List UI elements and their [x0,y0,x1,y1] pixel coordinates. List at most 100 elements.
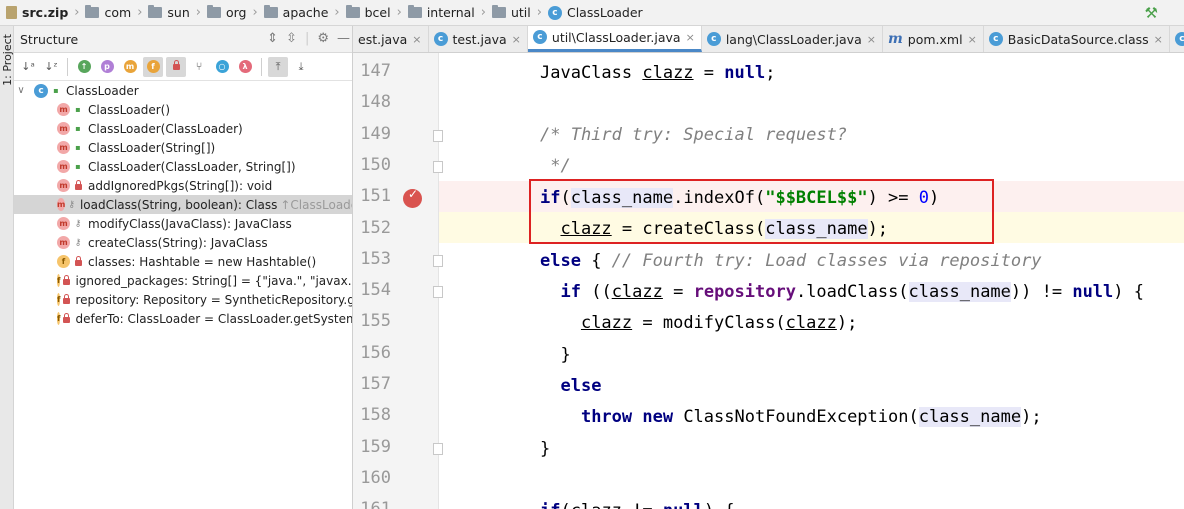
code-line-150: */ [540,156,571,176]
tab-label: pom.xml [907,31,963,47]
line-number: 158 [360,405,391,426]
folder-icon [407,5,422,18]
tab-label: lang\ClassLoader.java [725,31,862,47]
key-icon: ⚷ [74,237,82,248]
editor-tab[interactable]: m pom.xml × [883,26,984,52]
sort-alphabetically-icon[interactable]: ↓ᶻ [41,57,61,77]
close-icon[interactable]: × [968,33,977,46]
tree-method-item[interactable]: m ⚷ modifyClass(JavaClass): JavaClass [14,214,352,233]
line-number: 155 [360,311,391,332]
fold-marker-icon[interactable] [433,254,443,267]
line-number: 156 [360,342,391,363]
chevron-right-icon: › [252,5,258,20]
editor-tab[interactable]: c lang\ClassLoader.java × [702,26,883,52]
zip-icon [6,6,17,19]
crumb-internal[interactable]: internal [407,5,475,20]
structure-title: Structure [20,31,79,47]
gear-icon[interactable]: ⚙ [317,31,329,46]
tree-field-item[interactable]: f classes: Hashtable = new Hashtable() [14,252,352,271]
close-icon[interactable]: × [1154,33,1163,46]
fold-marker-icon[interactable] [433,442,443,455]
tree-method-item[interactable]: m ▪ ClassLoader() [14,100,352,119]
lock-icon [63,313,71,324]
crumb-util[interactable]: util [491,5,531,20]
chevron-right-icon: › [74,5,80,20]
fold-marker-icon[interactable] [433,286,443,299]
hide-panel-icon[interactable]: — [337,31,350,46]
close-icon[interactable]: × [512,33,521,46]
key-icon: ⚷ [74,218,82,229]
crumb-classloader[interactable]: c ClassLoader [547,5,643,20]
show-methods-icon[interactable]: m [120,57,140,77]
code-line-149: /* Third try: Special request? [540,125,848,145]
close-icon[interactable]: × [867,33,876,46]
tree-method-item[interactable]: m ⚷ createClass(String): JavaClass [14,233,352,252]
close-icon[interactable]: × [412,33,421,46]
editor-tab[interactable]: c util\ClassLoader.java × [527,26,702,52]
line-number: 151 [360,186,391,207]
show-inherited-icon[interactable]: ↑ [74,57,94,77]
sort-by-visibility-icon[interactable]: ↓ᵃ [18,57,38,77]
tree-field-item[interactable]: f ignored_packages: String[] = {"java.", … [14,271,352,290]
public-visibility-icon: ▪ [75,143,81,152]
expand-all-icon[interactable]: ⇕ [267,31,278,46]
tree-method-item[interactable]: m addIgnoredPkgs(String[]): void [14,176,352,195]
tree-field-item[interactable]: f deferTo: ClassLoader = ClassLoader.getS… [14,309,352,328]
tree-method-item[interactable]: m ▪ ClassLoader(ClassLoader, String[]) [14,157,352,176]
fold-marker-icon[interactable] [433,160,443,173]
show-anonymous-icon[interactable]: ○ [212,57,232,77]
show-lambda-icon[interactable]: λ [235,57,255,77]
editor-tab[interactable]: est.java × [353,26,429,52]
editor-tab[interactable]: c BasicDataSource.class × [984,26,1170,52]
tree-method-item[interactable]: m ▪ ClassLoader(ClassLoader) [14,119,352,138]
collapse-all-icon[interactable]: ⇳ [286,31,297,46]
tree-method-item[interactable]: m ⚷ loadClass(String, boolean): Class ↑Clas… [14,195,352,214]
folder-icon [345,5,360,18]
editor-tab[interactable]: c test.java × [429,26,528,52]
code-line-157: else [560,376,602,396]
crumb-com[interactable]: com [85,5,131,20]
line-number: 157 [360,374,391,394]
tree-method-item[interactable]: m ▪ ClassLoader(String[]) [14,138,352,157]
lock-icon [63,275,71,286]
tree-field-item[interactable]: f repository: Repository = SyntheticRepos… [14,290,352,309]
public-visibility-icon: ▪ [53,86,59,95]
tab-label: util\ClassLoader.java [551,29,681,45]
structure-toolbar: ↓ᵃ ↓ᶻ ↑ p m f ⑂ ○ λ ⤒ ⤓ [14,53,352,81]
line-number: 159 [360,436,391,457]
autoscroll-to-source-icon[interactable]: ⤒ [268,56,288,77]
show-lambdas-icon[interactable]: ⑂ [189,57,209,77]
close-icon[interactable]: × [686,31,695,44]
public-visibility-icon: ▪ [75,124,81,133]
method-icon: m [57,236,70,249]
method-icon: m [57,198,66,211]
autoscroll-from-source-icon[interactable]: ⤓ [291,57,311,77]
tree-root-classloader[interactable]: ∨ c ▪ ClassLoader [14,81,352,100]
tree-item-label: deferTo: ClassLoader = ClassLoader.getSy… [75,311,353,326]
fold-marker-icon[interactable] [433,129,443,142]
crumb-apache[interactable]: apache [263,5,328,20]
tree-item-label: classes: Hashtable = new Hashtable() [88,254,317,269]
show-fields-icon[interactable]: f [143,56,163,77]
crumb-sun[interactable]: sun [148,5,190,20]
crumb-src-zip[interactable]: src.zip [6,5,68,20]
show-non-public-icon[interactable] [166,56,186,77]
chevron-down-icon[interactable]: ∨ [14,85,28,96]
editor-tab[interactable]: cJSONObject. [1170,26,1184,52]
tree-item-label: createClass(String): JavaClass [88,235,268,250]
class-icon: c [34,83,48,98]
crumb-org[interactable]: org [206,5,246,20]
tab-label: BasicDataSource.class [1007,31,1149,47]
method-icon: m [57,103,70,116]
lock-icon [63,294,71,305]
line-number: 154 [360,280,391,301]
code-editor[interactable]: 147 148 149 150 151 152 153 154 155 156 157 158 159 1… [353,53,1184,509]
class-icon: c [1174,32,1184,46]
tab-label: est.java [358,31,408,47]
code-line-153: else { // Fourth try: Load classes via r… [540,251,1042,271]
breakpoint-icon[interactable] [403,187,422,209]
show-properties-icon[interactable]: p [97,57,117,77]
crumb-bcel[interactable]: bcel [345,5,391,20]
project-tool-button[interactable]: 1: Project [1,34,14,86]
build-hammer-icon[interactable]: ⚒ [1145,4,1158,22]
